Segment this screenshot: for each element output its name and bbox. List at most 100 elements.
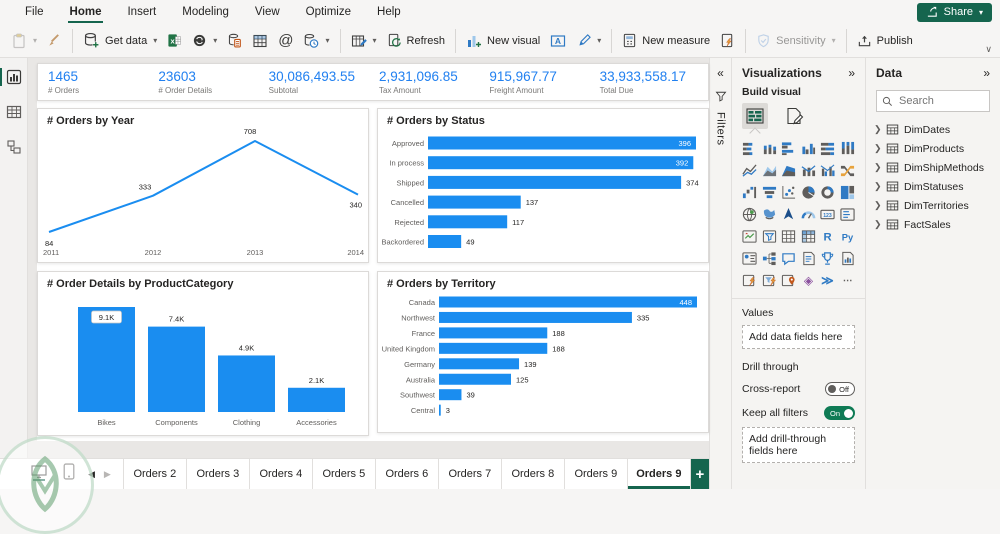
filters-pane-label[interactable]: Filters [715,112,727,145]
sql-server-button[interactable] [222,30,247,51]
keep-all-filters-toggle[interactable]: On [823,406,855,420]
new-visual-button[interactable]: New visual [461,30,545,52]
page-tab-4[interactable]: Orders 5 [312,459,376,489]
metrics-icon[interactable] [820,250,836,266]
mobile-view-button[interactable] [62,463,76,485]
ribbon-chart-icon[interactable] [839,162,855,178]
data-table-DimTerritories[interactable]: ❯ DimTerritories [866,196,1000,215]
line-and-stacked-column-chart-icon[interactable] [800,162,816,178]
model-view-button[interactable] [0,136,27,158]
page-tab-5[interactable]: Orders 6 [375,459,439,489]
report-canvas[interactable]: 1465 # Orders 23603 # Order Details 30,086,4… [28,58,709,458]
data-table-DimProducts[interactable]: ❯ DimProducts [866,139,1000,158]
page-next-button[interactable]: ▶ [104,469,111,480]
page-tab-7[interactable]: Orders 8 [501,459,565,489]
desktop-view-button[interactable] [30,463,48,486]
page-tab-8[interactable]: Orders 9 [564,459,628,489]
shapes-button[interactable]: ▾ [571,30,606,51]
paste-button[interactable]: ▾ [6,30,42,52]
100-stacked-column-chart-icon[interactable] [839,140,855,156]
report-view-button[interactable] [0,66,27,88]
menu-insert[interactable]: Insert [116,0,167,24]
double-chevron-right-icon[interactable]: » [848,66,855,80]
kpi-card-visual[interactable]: 1465 # Orders 23603 # Order Details 30,086,4… [37,63,709,101]
stacked-bar-chart-icon[interactable] [742,140,758,156]
add-drill-through-fields-dropzone[interactable]: Add drill-through fields here [742,427,855,463]
excel-workbook-button[interactable]: x [162,30,187,51]
build-visual-button[interactable] [742,103,768,129]
menu-file[interactable]: File [14,0,55,24]
custom-visual-flow-icon[interactable]: ≫ [820,272,836,288]
double-chevron-left-icon[interactable]: « [717,66,724,80]
decomposition-tree-icon[interactable] [761,250,777,266]
ribbon-collapse-button[interactable]: ∨ [985,44,992,55]
donut-chart-icon[interactable] [820,184,836,200]
orders-by-year-visual[interactable]: # Orders by Year 84 333 708 340 2011 2012 2013… [37,108,369,263]
format-painter-button[interactable] [42,30,67,51]
slicer-icon[interactable] [761,228,777,244]
filled-map-icon[interactable] [761,206,777,222]
text-box-button[interactable]: A [545,30,571,52]
share-button[interactable]: Share ▾ [916,2,992,22]
recent-sources-button[interactable]: ▾ [298,30,334,52]
r-script-visual-icon[interactable]: R [820,228,836,244]
data-table-DimShipMethods[interactable]: ❯ DimShipMethods [866,158,1000,177]
pie-chart-icon[interactable] [800,184,816,200]
waterfall-chart-icon[interactable] [742,184,758,200]
add-data-fields-dropzone[interactable]: Add data fields here [742,325,855,349]
area-chart-icon[interactable] [761,162,777,178]
page-tab-6[interactable]: Orders 7 [438,459,502,489]
format-visual-button[interactable] [781,103,807,129]
data-table-DimDates[interactable]: ❯ DimDates [866,120,1000,139]
card-icon[interactable]: 123 [820,206,836,222]
line-chart-icon[interactable] [742,162,758,178]
multi-row-card-icon[interactable] [839,206,855,222]
clustered-column-chart-icon[interactable] [800,140,816,156]
kpi-icon[interactable] [742,228,758,244]
menu-view[interactable]: View [244,0,291,24]
qa-visual-icon[interactable] [781,250,797,266]
new-measure-button[interactable]: New measure [617,30,715,51]
orders-by-status-visual[interactable]: # Orders by Status Approved 396 In process… [377,108,709,263]
menu-optimize[interactable]: Optimize [295,0,362,24]
page-tab-1[interactable]: Orders 2 [123,459,187,489]
orders-by-territory-visual[interactable]: # Orders by Territory Canada 448 Northwest… [377,271,709,433]
refresh-button[interactable]: Refresh [382,30,451,51]
page-tab-2[interactable]: Orders 3 [186,459,250,489]
quick-measure-button[interactable] [715,30,740,51]
page-tab-3[interactable]: Orders 4 [249,459,313,489]
gauge-icon[interactable] [800,206,816,222]
publish-button[interactable]: Publish [852,30,918,51]
100-stacked-bar-chart-icon[interactable] [820,140,836,156]
clustered-bar-chart-icon[interactable] [781,140,797,156]
menu-home[interactable]: Home [59,0,113,24]
double-chevron-right-icon[interactable]: » [983,66,990,80]
order-details-by-category-visual[interactable]: # Order Details by ProductCategory 9.1K B… [37,271,369,436]
matrix-icon[interactable] [800,228,816,244]
scatter-chart-icon[interactable] [781,184,797,200]
transform-data-button[interactable]: ▾ [346,30,382,52]
power-apps-visual-icon[interactable] [742,272,758,288]
paginated-report-icon[interactable] [839,250,855,266]
azure-map-icon[interactable] [781,206,797,222]
data-table-FactSales[interactable]: ❯ FactSales [866,215,1000,234]
page-prev-button[interactable]: ◀ [88,469,95,480]
semantic-model-button[interactable]: ▾ [187,30,222,51]
dataverse-button[interactable]: @ [273,31,298,51]
custom-visual-diamond-icon[interactable]: ◈ [800,272,816,288]
enter-data-button[interactable] [247,30,273,52]
menu-modeling[interactable]: Modeling [171,0,240,24]
power-automate-visual-icon[interactable] [761,272,777,288]
sensitivity-button[interactable]: Sensitivity ▾ [751,30,841,51]
funnel-chart-icon[interactable] [761,184,777,200]
page-tab-9[interactable]: Orders 9 [627,459,691,489]
table-icon[interactable] [781,228,797,244]
stacked-area-chart-icon[interactable] [781,162,797,178]
arcgis-map-icon[interactable] [781,272,797,288]
search-input[interactable] [897,94,984,108]
python-visual-icon[interactable]: Py [839,228,855,244]
new-page-button[interactable]: + [690,459,709,489]
smart-narrative-icon[interactable] [800,250,816,266]
menu-help[interactable]: Help [366,0,412,24]
line-and-clustered-column-chart-icon[interactable] [820,162,836,178]
